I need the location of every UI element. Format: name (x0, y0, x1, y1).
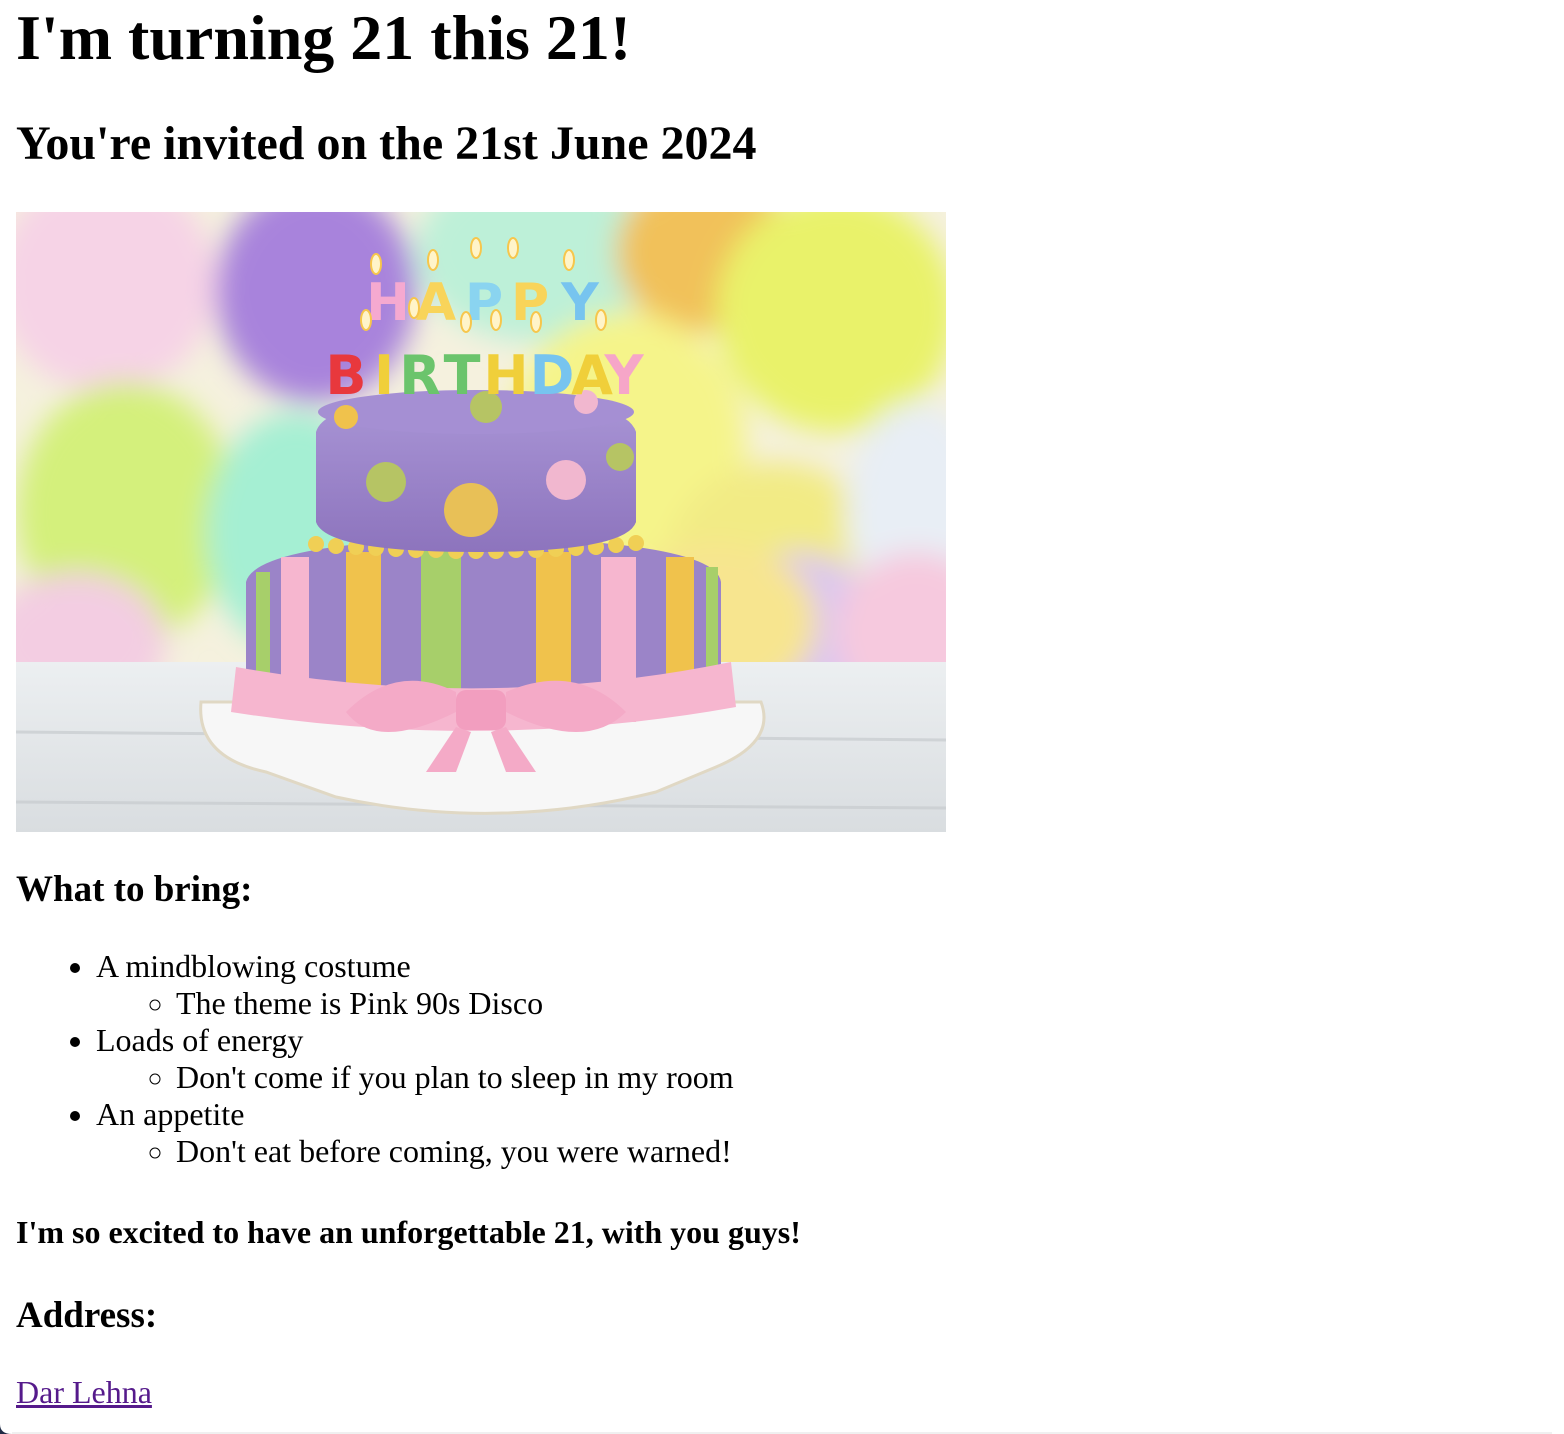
svg-text:A: A (416, 273, 456, 333)
svg-text:T: T (444, 344, 481, 407)
list-item-note: Don't come if you plan to sleep in my ro… (176, 1059, 996, 1096)
page-title: I'm turning 21 this 21! (16, 2, 632, 73)
svg-text:I: I (374, 344, 394, 407)
list-item-label: Loads of energy (96, 1022, 304, 1058)
invite-date-heading: You're invited on the 21st June 2024 (16, 117, 757, 170)
svg-text:H: H (483, 344, 528, 407)
excited-message: I'm so excited to have an unforgettable … (16, 1214, 801, 1250)
svg-text:Y: Y (603, 344, 644, 407)
list-item: An appetite Don't eat before coming, you… (96, 1096, 996, 1170)
list-item: A mindblowing costume The theme is Pink … (96, 948, 996, 1022)
svg-text:H: H (366, 273, 410, 333)
svg-text:Y: Y (560, 273, 600, 333)
address-link[interactable]: Dar Lehna (16, 1372, 152, 1412)
svg-text:P: P (511, 273, 549, 333)
birthday-cake-image: H A P P Y B I R T H D A Y (16, 212, 946, 832)
address-heading: Address: (16, 1295, 158, 1336)
window-bottom-edge (0, 1424, 1552, 1434)
svg-text:D: D (530, 344, 575, 407)
list-item: Loads of energy Don't come if you plan t… (96, 1022, 996, 1096)
list-item-note: Don't eat before coming, you were warned… (176, 1133, 996, 1170)
svg-text:R: R (399, 344, 441, 407)
list-item-label: A mindblowing costume (96, 948, 411, 984)
svg-text:B: B (325, 344, 366, 407)
bring-list: A mindblowing costume The theme is Pink … (16, 948, 996, 1170)
what-to-bring-heading: What to bring: (16, 869, 253, 910)
list-item-note: The theme is Pink 90s Disco (176, 985, 996, 1022)
list-item-label: An appetite (96, 1096, 245, 1132)
